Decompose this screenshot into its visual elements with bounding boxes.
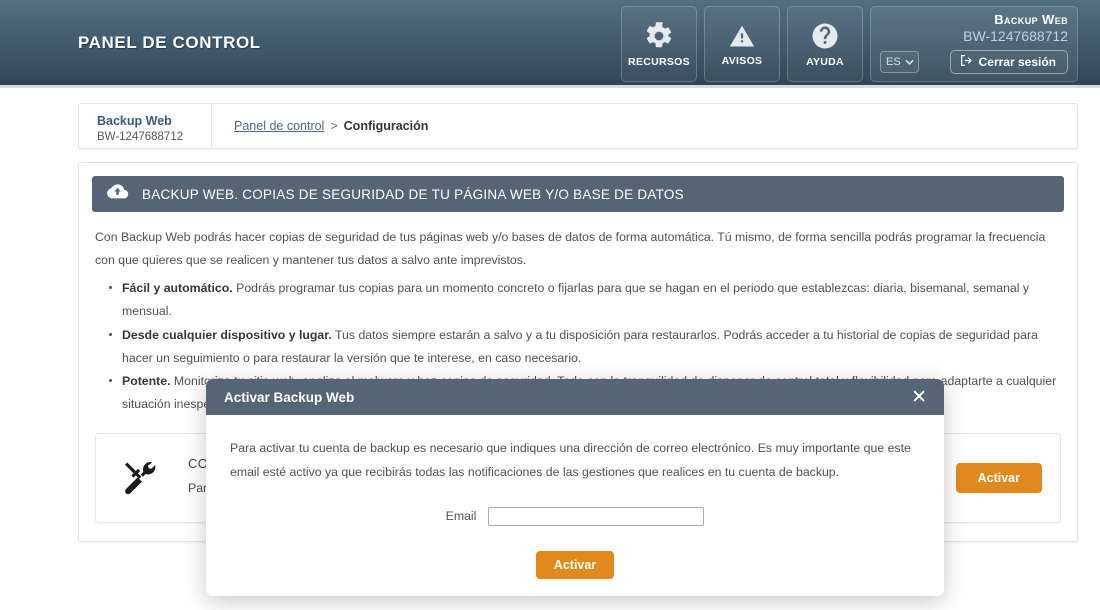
- email-label: Email: [445, 509, 477, 524]
- config-card-action: Activar: [955, 462, 1042, 493]
- modal-title: Activar Backup Web: [224, 389, 355, 405]
- breadcrumb-account-name: Backup Web: [97, 114, 172, 128]
- header-tile-avisos[interactable]: AVISOS: [704, 6, 780, 82]
- logout-button[interactable]: Cerrar sesión: [949, 50, 1068, 74]
- chevron-down-icon: [905, 56, 914, 68]
- cloud-upload-icon: [106, 183, 129, 205]
- modal-actions: Activar: [206, 550, 944, 596]
- gear-icon: [644, 21, 674, 51]
- feature-bold: Desde cualquier dispositivo y lugar.: [122, 327, 332, 342]
- breadcrumb-path: Panel de control > Configuración: [212, 104, 428, 148]
- sign-out-icon: [960, 54, 973, 70]
- modal-description: Para activar tu cuenta de backup es nece…: [230, 441, 911, 479]
- header-tile-label: RECURSOS: [628, 55, 690, 68]
- panel-heading: BACKUP WEB. COPIAS DE SEGURIDAD DE TU PÁ…: [142, 186, 684, 202]
- modal-form: Email: [230, 506, 920, 526]
- panel-header: BACKUP WEB. COPIAS DE SEGURIDAD DE TU PÁ…: [92, 176, 1064, 212]
- feature-bold: Fácil y automático.: [122, 281, 233, 296]
- question-circle-icon: [810, 21, 840, 51]
- modal-body: Para activar tu cuenta de backup es nece…: [206, 415, 944, 536]
- activar-button[interactable]: Activar: [955, 462, 1042, 493]
- breadcrumb-current: Configuración: [343, 119, 429, 133]
- activate-modal: Activar Backup Web ✕ Para activar tu cue…: [206, 379, 944, 596]
- account-id: BW-1247688712: [963, 28, 1068, 45]
- list-item: Desde cualquier dispositivo y lugar. Tus…: [109, 324, 1061, 369]
- header-right-group: RECURSOS AVISOS AYUDA Backup Web BW-1247…: [621, 6, 1078, 82]
- header-tile-ayuda[interactable]: AYUDA: [787, 6, 863, 82]
- account-box: Backup Web BW-1247688712 ES Cerrar sesió…: [870, 6, 1078, 82]
- header-tile-recursos[interactable]: RECURSOS: [621, 6, 697, 82]
- account-name: Backup Web: [994, 12, 1068, 27]
- breadcrumb: Backup Web BW-1247688712 Panel de contro…: [78, 103, 1078, 149]
- feature-rest: Podrás programar tus copias para un mome…: [122, 281, 1030, 319]
- header-tile-label: AVISOS: [721, 54, 763, 67]
- logout-button-label: Cerrar sesión: [978, 54, 1056, 69]
- email-field[interactable]: [488, 506, 705, 526]
- header-tile-label: AYUDA: [806, 55, 844, 68]
- breadcrumb-link-panel-de-control[interactable]: Panel de control: [234, 119, 324, 133]
- warning-triangle-icon: [727, 22, 757, 50]
- close-icon[interactable]: ✕: [911, 388, 927, 407]
- breadcrumb-account-id: BW-1247688712: [97, 130, 184, 143]
- modal-activar-button[interactable]: Activar: [535, 550, 615, 579]
- language-selector[interactable]: ES: [880, 51, 919, 73]
- tools-icon: [118, 459, 164, 497]
- breadcrumb-separator: >: [330, 119, 338, 133]
- breadcrumb-account: Backup Web BW-1247688712: [79, 104, 212, 148]
- modal-header: Activar Backup Web ✕: [206, 379, 944, 415]
- account-controls: ES Cerrar sesión: [880, 50, 1068, 74]
- top-header: PANEL DE CONTROL RECURSOS AVISOS AYUDA B…: [0, 0, 1100, 88]
- list-item: Fácil y automático. Podrás programar tus…: [109, 277, 1061, 322]
- feature-bold: Potente.: [122, 374, 171, 389]
- language-selector-value: ES: [886, 55, 901, 68]
- page-title: PANEL DE CONTROL: [78, 33, 261, 52]
- panel-lede: Con Backup Web podrás hacer copias de se…: [95, 230, 1046, 267]
